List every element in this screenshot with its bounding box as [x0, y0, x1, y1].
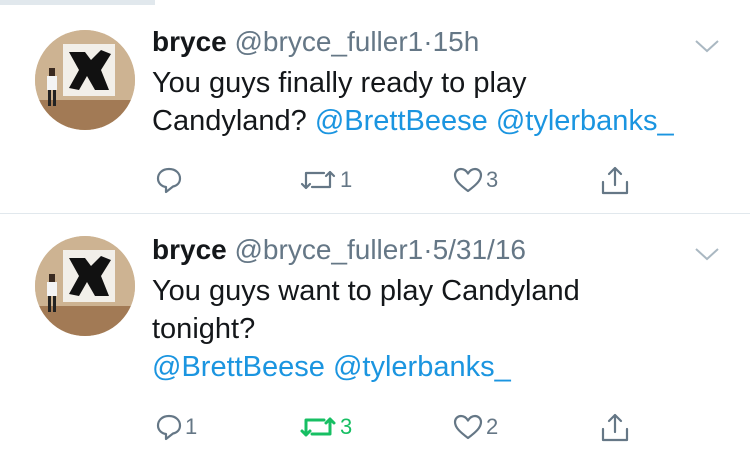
retweet-icon: [300, 170, 336, 190]
retweet-button[interactable]: 1: [298, 160, 352, 200]
user-handle[interactable]: @bryce_fuller1: [235, 26, 424, 57]
chevron-down-icon[interactable]: [694, 36, 720, 56]
retweet-count: 1: [340, 167, 353, 192]
reply-button[interactable]: 1: [155, 407, 197, 447]
tweet-text-line: @BrettBeese @tylerbanks_: [152, 348, 720, 386]
chevron-down-icon[interactable]: [694, 244, 720, 264]
timeline: bryce @bryce_fuller1·15h You guys finall…: [0, 0, 750, 464]
share-icon: [601, 166, 629, 195]
display-name[interactable]: bryce: [152, 26, 227, 57]
reply-icon: [156, 167, 182, 194]
mention-link[interactable]: @BrettBeese: [315, 105, 488, 137]
tweet-header: bryce @bryce_fuller1·15h: [152, 24, 720, 60]
timestamp[interactable]: 5/31/16: [433, 234, 526, 265]
user-handle[interactable]: @bryce_fuller1: [235, 234, 424, 265]
timestamp[interactable]: 15h: [433, 26, 480, 57]
tweet-header: bryce @bryce_fuller1·5/31/16: [152, 232, 720, 268]
like-button[interactable]: 3: [452, 160, 498, 200]
heart-icon: [453, 414, 483, 440]
reply-icon: [156, 414, 182, 441]
tweet-text-line: You guys finally ready to play: [152, 67, 527, 99]
tweet-text: You guys finally ready to play Candyland…: [152, 64, 720, 140]
retweet-icon: [300, 417, 336, 437]
tweet[interactable]: bryce @bryce_fuller1·15h You guys finall…: [0, 0, 750, 214]
mention-link[interactable]: @tylerbanks_: [496, 105, 674, 137]
display-name[interactable]: bryce: [152, 234, 227, 265]
tweet-text-fragment: Candyland?: [152, 105, 315, 137]
share-icon: [601, 413, 629, 442]
retweet-button[interactable]: 3: [298, 407, 352, 447]
reply-button[interactable]: [155, 160, 185, 200]
reply-count: 1: [185, 414, 198, 439]
mention-link[interactable]: @BrettBeese: [152, 351, 325, 383]
tweet-text-line: You guys want to play Candyland: [152, 275, 580, 307]
tweet-text: You guys want to play Candyland tonight?…: [152, 272, 720, 386]
separator: ·: [423, 234, 433, 265]
tweet-text-line: Candyland? @BrettBeese @tylerbanks_: [152, 102, 720, 140]
avatar[interactable]: [35, 30, 135, 130]
like-button[interactable]: 2: [452, 407, 498, 447]
tweet-content: bryce @bryce_fuller1·5/31/16 You guys wa…: [152, 232, 720, 386]
retweet-count: 3: [340, 414, 353, 439]
separator: ·: [423, 26, 433, 57]
mention-link[interactable]: @tylerbanks_: [333, 351, 511, 383]
avatar[interactable]: [35, 236, 135, 336]
tweet-actions: 1 3: [155, 160, 655, 200]
tweet-actions: 1 3 2: [155, 407, 655, 447]
share-button[interactable]: [600, 160, 630, 200]
tweet-text-line: tonight?: [152, 313, 256, 345]
tweet[interactable]: bryce @bryce_fuller1·5/31/16 You guys wa…: [0, 214, 750, 464]
share-button[interactable]: [600, 407, 630, 447]
like-count: 3: [486, 167, 499, 192]
heart-icon: [453, 167, 483, 193]
like-count: 2: [486, 414, 499, 439]
tweet-content: bryce @bryce_fuller1·15h You guys finall…: [152, 24, 720, 140]
